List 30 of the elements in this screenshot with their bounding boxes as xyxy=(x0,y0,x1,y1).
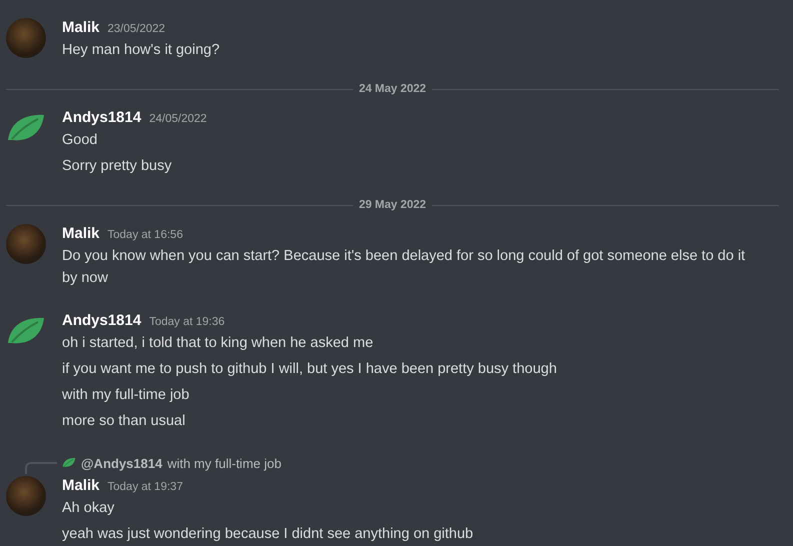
reply-text: with my full-time job xyxy=(167,456,282,470)
reply-author[interactable]: @Andys1814 xyxy=(81,456,162,470)
message-text: Good xyxy=(62,131,98,150)
author-name[interactable]: Malik xyxy=(62,17,100,39)
message-text: more so than usual xyxy=(62,412,186,431)
message-text: if you want me to push to github I will, but yes I have been pretty busy though xyxy=(62,360,558,379)
message-text: Ah okay xyxy=(62,499,116,518)
date-divider-label: 29 May 2022 xyxy=(358,199,428,211)
author-name[interactable]: Andys1814 xyxy=(62,310,142,332)
date-divider-label: 24 May 2022 xyxy=(358,83,428,95)
author-name[interactable]: Malik xyxy=(62,475,100,497)
timestamp: Today at 19:37 xyxy=(108,480,183,495)
reply-preview[interactable]: @Andys1814 with my full-time job xyxy=(62,453,793,473)
timestamp: 23/05/2022 xyxy=(108,22,166,37)
avatar-photo-placeholder xyxy=(6,224,46,264)
timestamp: Today at 19:36 xyxy=(149,315,225,330)
timestamp: 24/05/2022 xyxy=(149,112,207,127)
timestamp: Today at 16:56 xyxy=(108,228,183,243)
message-text: yeah was just wondering because I didnt see anything on github xyxy=(62,525,474,544)
author-name[interactable]: Andys1814 xyxy=(62,107,142,129)
avatar-photo-placeholder xyxy=(6,476,46,516)
message-text: Sorry pretty busy xyxy=(62,157,173,176)
reply-connector-line xyxy=(25,462,57,474)
leaf-icon xyxy=(62,457,76,469)
author-name[interactable]: Malik xyxy=(62,223,100,245)
message-text: Do you know when you can start? Because it's been delayed for so long could of got someone else to do it by now xyxy=(62,247,746,288)
message-text: oh i started, i told that to king when he asked me xyxy=(62,334,374,353)
message-text: Hey man how's it going? xyxy=(62,41,221,60)
avatar-photo-placeholder xyxy=(6,18,46,58)
message-text: with my full-time job xyxy=(62,386,190,405)
